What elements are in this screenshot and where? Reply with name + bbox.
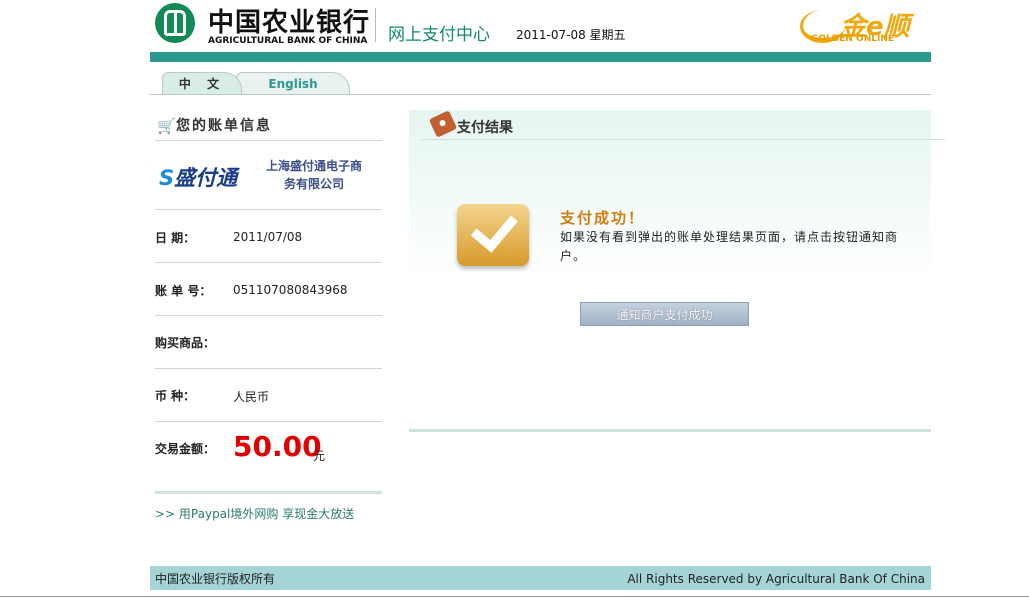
golden-online-subtitle: GOLDEN ONLINE xyxy=(811,34,895,44)
divider xyxy=(155,421,382,422)
abc-logo-icon xyxy=(155,3,195,43)
window-bottom-edge xyxy=(0,596,1029,597)
tab-english[interactable]: English xyxy=(236,72,350,94)
currency-label: 币 种： xyxy=(155,389,196,403)
amount-label: 交易金额： xyxy=(155,442,216,456)
success-title: 支付成功！ xyxy=(560,209,646,227)
footer-copyright-en: All Rights Reserved by Agricultural Bank… xyxy=(627,572,925,586)
bill-number-value: 051107080843968 xyxy=(233,283,348,297)
merchant-logo: S盛付通 xyxy=(159,166,238,190)
divider xyxy=(155,315,382,316)
portal-title: 网上支付中心 xyxy=(388,25,490,45)
divider xyxy=(155,209,382,210)
header-divider xyxy=(375,8,376,42)
result-title: 支付结果 xyxy=(457,120,513,136)
bill-info-title: 您的账单信息 xyxy=(176,118,272,134)
paypal-promo-link[interactable]: >> 用Paypal境外网购 享现金大放送 xyxy=(155,505,354,522)
cart-icon: 🛒 xyxy=(157,117,176,135)
divider xyxy=(155,140,382,141)
date-label: 日 期： xyxy=(155,231,196,245)
merchant-name: 上海盛付通电子商务有限公司 xyxy=(265,159,362,191)
success-message: 如果没有看到弹出的账单处理结果页面，请点击按钮通知商户。 xyxy=(560,230,899,263)
date-value: 2011/07/08 xyxy=(233,230,303,244)
tab-underline xyxy=(150,94,931,95)
bill-number-label: 账 单 号： xyxy=(155,284,212,298)
divider xyxy=(421,139,945,140)
currency-value: 人民币 xyxy=(233,390,270,404)
bank-name-cn: 中国农业银行 xyxy=(208,8,371,38)
left-panel-bottom-bar xyxy=(155,491,382,494)
amount-unit: 元 xyxy=(313,449,326,463)
product-label: 购买商品： xyxy=(155,336,216,350)
header-band xyxy=(150,52,931,62)
header-date: 2011-07-08 星期五 xyxy=(516,28,626,42)
tab-chinese[interactable]: 中 文 xyxy=(162,72,242,94)
divider xyxy=(155,262,382,263)
bank-name-en: AGRICULTURAL BANK OF CHINA xyxy=(208,36,368,46)
amount-value: 50.00 xyxy=(233,430,322,463)
checkmark-icon xyxy=(457,203,529,266)
footer-copyright-cn: 中国农业银行版权所有 xyxy=(155,572,276,586)
result-bottom-bar xyxy=(409,429,931,432)
notify-merchant-button[interactable]: 通知商户支付成功 xyxy=(580,302,749,326)
divider xyxy=(155,368,382,369)
